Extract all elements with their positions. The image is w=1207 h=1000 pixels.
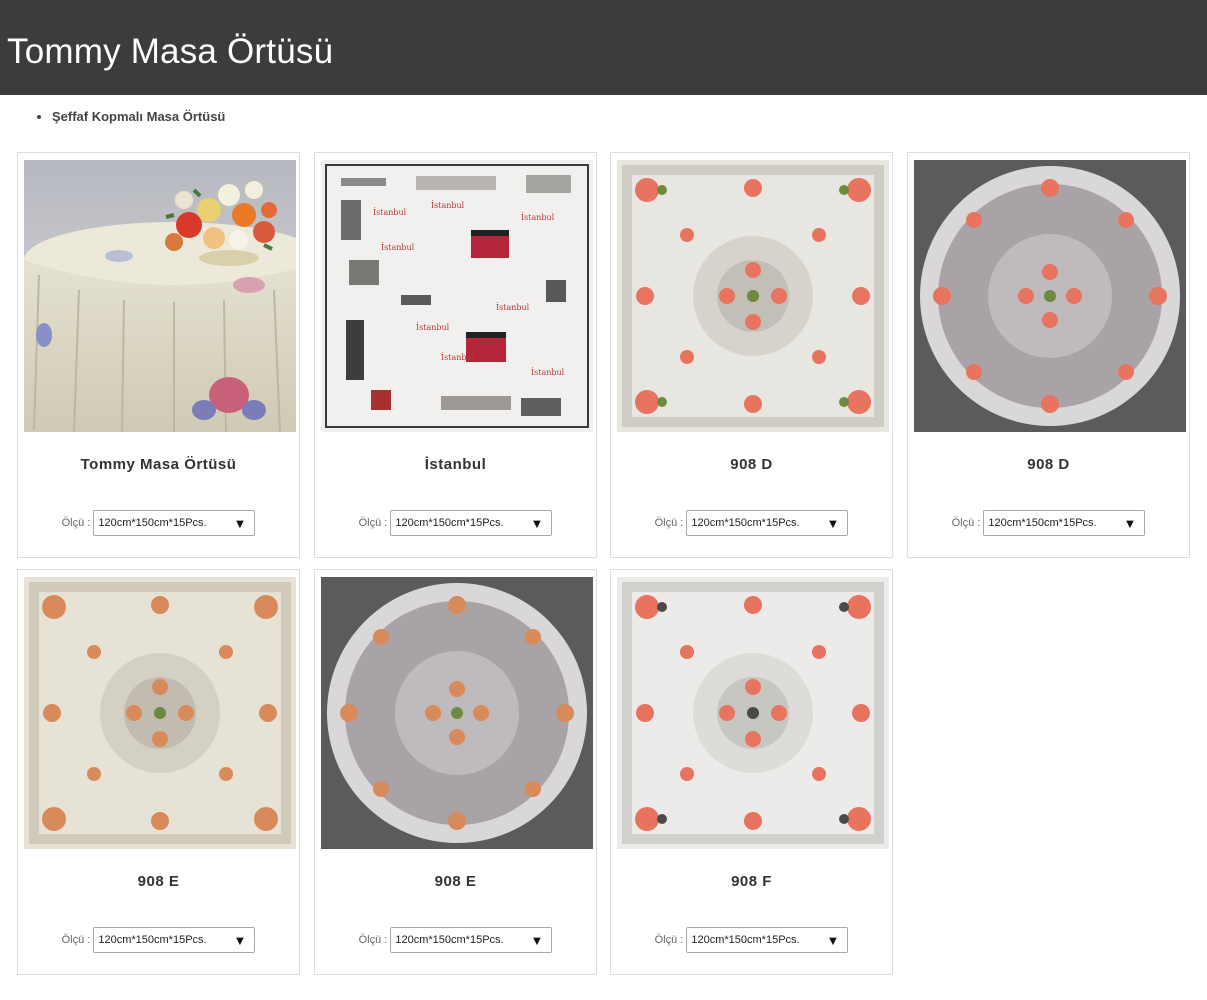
product-card[interactable]: İstanbul İstanbul İstanbul İstanbul İstanb… <box>314 152 597 558</box>
product-title[interactable]: 908 E <box>315 873 596 890</box>
size-select[interactable]: 120cm*150cm*15Pcs. ▼ <box>686 927 849 953</box>
size-label: Ölçü : <box>358 934 388 946</box>
size-select[interactable]: 120cm*150cm*15Pcs. ▼ <box>93 927 256 953</box>
chevron-down-icon: ▼ <box>1123 515 1137 531</box>
product-image[interactable]: İstanbul İstanbul İstanbul İstanbul İstanb… <box>321 160 593 432</box>
product-image[interactable] <box>321 577 593 849</box>
size-label: Ölçü : <box>654 517 684 529</box>
product-title[interactable]: İstanbul <box>315 456 596 473</box>
svg-text:İstanbul: İstanbul <box>373 208 407 217</box>
product-card[interactable]: Tommy Masa Örtüsü Ölçü : 120cm*150cm*15P… <box>17 152 300 558</box>
size-label: Ölçü : <box>951 517 981 529</box>
product-title[interactable]: 908 D <box>908 456 1189 473</box>
chevron-down-icon: ▼ <box>530 515 544 531</box>
size-selector-row: Ölçü : 120cm*150cm*15Pcs. ▼ <box>611 510 892 536</box>
size-select-value: 120cm*150cm*15Pcs. <box>98 934 207 946</box>
size-select[interactable]: 120cm*150cm*15Pcs. ▼ <box>686 510 849 536</box>
size-selector-row: Ölçü : 120cm*150cm*15Pcs. ▼ <box>908 510 1189 536</box>
size-select[interactable]: 120cm*150cm*15Pcs. ▼ <box>390 510 553 536</box>
product-title[interactable]: 908 F <box>611 873 892 890</box>
size-select-value: 120cm*150cm*15Pcs. <box>395 517 504 529</box>
size-select-value: 120cm*150cm*15Pcs. <box>395 934 504 946</box>
size-select[interactable]: 120cm*150cm*15Pcs. ▼ <box>93 510 256 536</box>
chevron-down-icon: ▼ <box>233 515 247 531</box>
page-header: Tommy Masa Örtüsü <box>0 0 1207 95</box>
svg-text:İstanbul: İstanbul <box>521 213 555 222</box>
chevron-down-icon: ▼ <box>233 932 247 948</box>
svg-text:İstanbul: İstanbul <box>496 303 530 312</box>
size-selector-row: Ölçü : 120cm*150cm*15Pcs. ▼ <box>611 927 892 953</box>
page-title: Tommy Masa Örtüsü <box>7 31 334 71</box>
product-card[interactable]: 908 E Ölçü : 120cm*150cm*15Pcs. ▼ <box>314 569 597 975</box>
size-select-value: 120cm*150cm*15Pcs. <box>691 517 800 529</box>
size-select[interactable]: 120cm*150cm*15Pcs. ▼ <box>983 510 1146 536</box>
product-title[interactable]: 908 D <box>611 456 892 473</box>
product-title[interactable]: 908 E <box>18 873 299 890</box>
size-selector-row: Ölçü : 120cm*150cm*15Pcs. ▼ <box>18 510 299 536</box>
product-card[interactable]: 908 F Ölçü : 120cm*150cm*15Pcs. ▼ <box>610 569 893 975</box>
chevron-down-icon: ▼ <box>530 932 544 948</box>
product-image[interactable] <box>617 577 889 849</box>
size-select[interactable]: 120cm*150cm*15Pcs. ▼ <box>390 927 553 953</box>
size-select-value: 120cm*150cm*15Pcs. <box>691 934 800 946</box>
breadcrumb-item[interactable]: Şeffaf Kopmalı Masa Örtüsü <box>52 109 1207 124</box>
size-select-value: 120cm*150cm*15Pcs. <box>98 517 207 529</box>
size-selector-row: Ölçü : 120cm*150cm*15Pcs. ▼ <box>315 510 596 536</box>
svg-text:İstanbul: İstanbul <box>441 353 475 362</box>
product-image[interactable] <box>24 160 296 432</box>
size-selector-row: Ölçü : 120cm*150cm*15Pcs. ▼ <box>18 927 299 953</box>
size-label: Ölçü : <box>61 517 91 529</box>
chevron-down-icon: ▼ <box>826 932 840 948</box>
size-label: Ölçü : <box>654 934 684 946</box>
svg-text:İstanbul: İstanbul <box>416 323 450 332</box>
breadcrumb: Şeffaf Kopmalı Masa Örtüsü <box>0 95 1207 137</box>
product-title[interactable]: Tommy Masa Örtüsü <box>18 456 299 473</box>
chevron-down-icon: ▼ <box>826 515 840 531</box>
size-label: Ölçü : <box>61 934 91 946</box>
product-card[interactable]: 908 D Ölçü : 120cm*150cm*15Pcs. ▼ <box>907 152 1190 558</box>
svg-text:İstanbul: İstanbul <box>531 368 565 377</box>
product-card[interactable]: 908 D Ölçü : 120cm*150cm*15Pcs. ▼ <box>610 152 893 558</box>
product-card[interactable]: 908 E Ölçü : 120cm*150cm*15Pcs. ▼ <box>17 569 300 975</box>
svg-text:İstanbul: İstanbul <box>431 201 465 210</box>
product-image[interactable] <box>617 160 889 432</box>
product-image[interactable] <box>914 160 1186 432</box>
product-image[interactable] <box>24 577 296 849</box>
size-selector-row: Ölçü : 120cm*150cm*15Pcs. ▼ <box>315 927 596 953</box>
size-select-value: 120cm*150cm*15Pcs. <box>988 517 1097 529</box>
size-label: Ölçü : <box>358 517 388 529</box>
svg-text:İstanbul: İstanbul <box>381 243 415 252</box>
